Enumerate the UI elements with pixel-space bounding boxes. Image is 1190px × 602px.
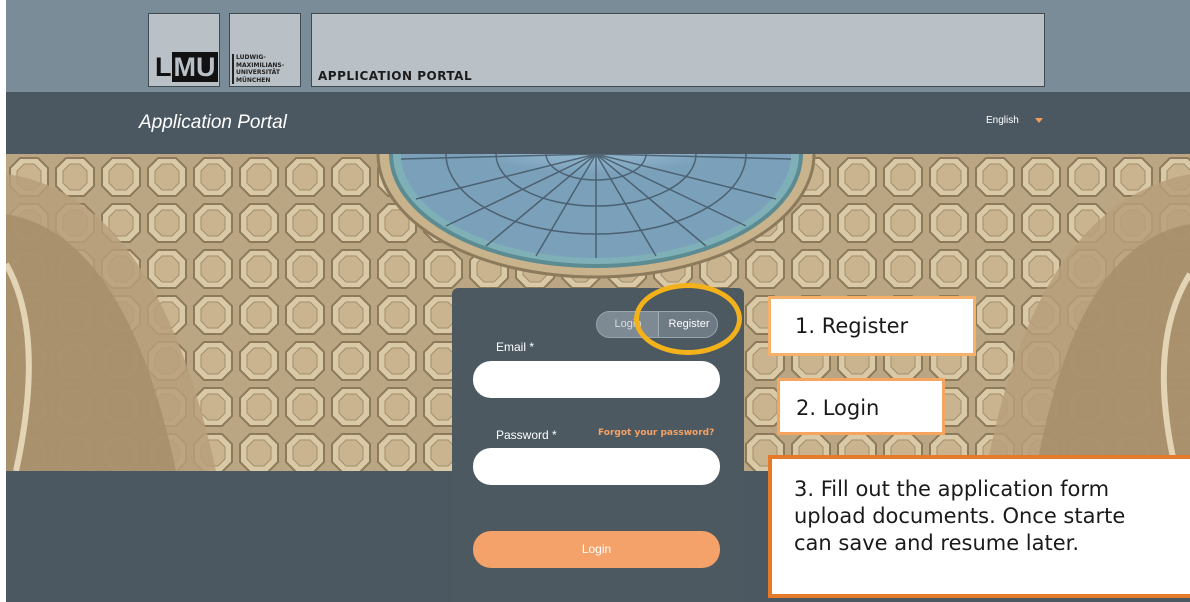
email-field[interactable]	[473, 361, 720, 398]
callout-step-1: 1. Register	[768, 296, 976, 356]
lmu-wordmark: LMU	[155, 52, 218, 82]
register-highlight-circle	[634, 283, 742, 355]
lmu-logo[interactable]: LMU	[148, 13, 220, 87]
callout-step-2: 2. Login	[777, 378, 945, 435]
callout-step-3: 3. Fill out the application form upload …	[768, 455, 1190, 598]
email-label: Email *	[496, 340, 535, 354]
portal-banner: APPLICATION PORTAL	[311, 13, 1045, 87]
forgot-password-link[interactable]: Forgot your password?	[598, 428, 714, 438]
browser-page: LMU LUDWIG- MAXIMILIANS- UNIVERSITÄT MÜN…	[6, 0, 1190, 602]
logo-strip: LMU LUDWIG- MAXIMILIANS- UNIVERSITÄT MÜN…	[6, 0, 1190, 92]
university-logo: LUDWIG- MAXIMILIANS- UNIVERSITÄT MÜNCHEN	[229, 13, 301, 87]
logo-divider	[232, 54, 234, 84]
password-field[interactable]	[473, 448, 720, 485]
caret-down-icon[interactable]	[1035, 118, 1043, 123]
language-selector[interactable]: English	[986, 115, 1019, 126]
password-label: Password *	[496, 428, 557, 442]
top-navbar: Application Portal English	[6, 92, 1190, 154]
callout-step-2-text: 2. Login	[796, 396, 880, 420]
university-name: LUDWIG- MAXIMILIANS- UNIVERSITÄT MÜNCHEN	[236, 54, 285, 84]
portal-caption: APPLICATION PORTAL	[318, 69, 473, 83]
login-button[interactable]: Login	[473, 531, 720, 568]
callout-step-3-text: 3. Fill out the application form upload …	[794, 477, 1126, 555]
callout-step-1-text: 1. Register	[795, 314, 909, 338]
page-title[interactable]: Application Portal	[139, 112, 287, 134]
